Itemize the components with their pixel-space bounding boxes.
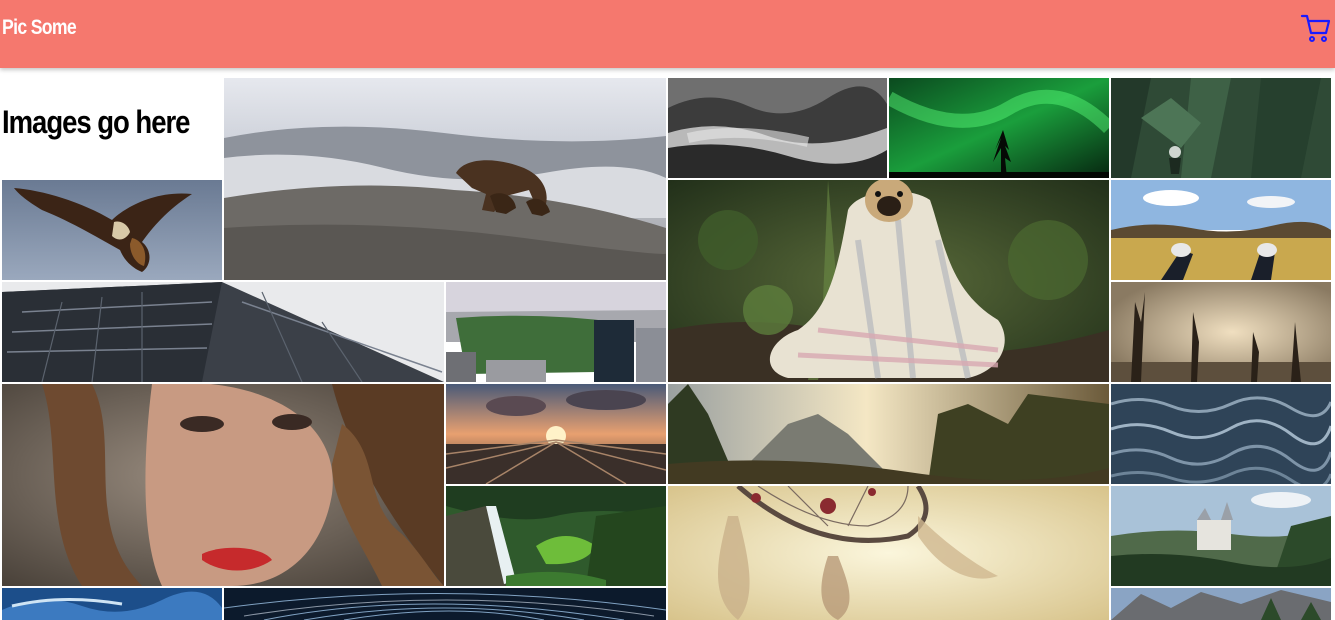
photo-brown-bear-with-cubs[interactable] xyxy=(224,78,666,280)
photo-waterfall-forest[interactable] xyxy=(446,486,666,586)
shopping-cart-icon[interactable] xyxy=(1299,12,1331,44)
photo-mountain-valley-sunset[interactable] xyxy=(668,384,1109,484)
photo-central-park-city[interactable] xyxy=(446,282,666,382)
photo-skyscraper-from-below[interactable] xyxy=(2,282,444,382)
photo-mountain-cliffs[interactable] xyxy=(1111,588,1331,620)
photo-sneakers-on-field[interactable] xyxy=(1111,180,1331,280)
photo-dead-trees-fog[interactable] xyxy=(1111,282,1331,382)
photo-railway-sunset[interactable] xyxy=(446,384,666,484)
photo-blue-wave[interactable] xyxy=(2,588,222,620)
photo-castle-in-forest[interactable] xyxy=(1111,486,1331,586)
photo-dreamcatcher[interactable] xyxy=(668,486,1109,620)
app-header: Pic Some xyxy=(0,0,1335,68)
photo-ocean-waves[interactable] xyxy=(1111,384,1331,484)
brand-title[interactable]: Pic Some xyxy=(2,16,77,40)
photo-star-trails[interactable] xyxy=(224,588,666,620)
photo-eagle[interactable] xyxy=(2,180,222,280)
photo-pug-in-blanket[interactable] xyxy=(668,180,1109,382)
photo-forest-hiker[interactable] xyxy=(1111,78,1331,178)
photo-northern-lights[interactable] xyxy=(889,78,1109,178)
photo-misty-mountains[interactable] xyxy=(668,78,887,178)
page-heading: Images go here xyxy=(2,104,190,140)
photo-woman-portrait[interactable] xyxy=(2,384,444,586)
